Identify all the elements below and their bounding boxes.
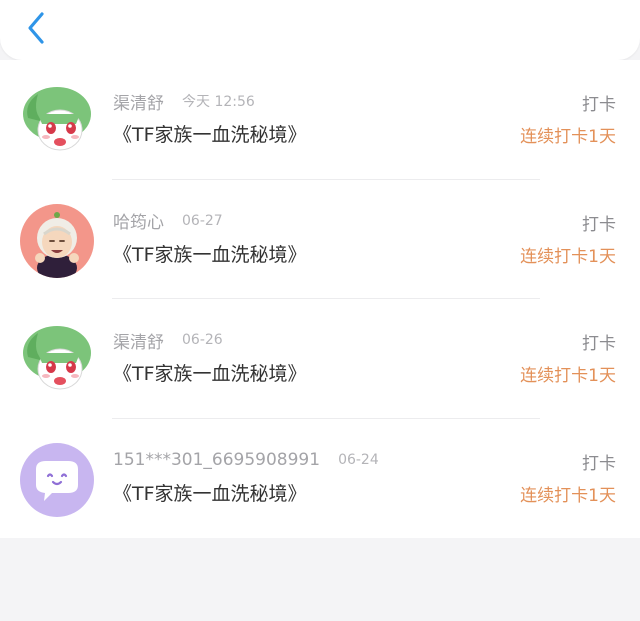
book-title[interactable]: 《TF家族一血洗秘境》: [113, 359, 307, 386]
checkin-time: 06-27: [182, 212, 223, 229]
green-hair-character-icon: [20, 323, 94, 397]
checkin-list: 渠清舒 今天 12:56 《TF家族一血洗秘境》 打卡 连续打卡1天 哈筠心 0…: [0, 60, 640, 538]
book-title[interactable]: 《TF家族一血洗秘境》: [113, 479, 307, 506]
book-title[interactable]: 《TF家族一血洗秘境》: [113, 120, 307, 147]
user-name[interactable]: 渠清舒: [113, 328, 164, 353]
avatar[interactable]: [20, 323, 94, 397]
list-item[interactable]: 渠清舒 今天 12:56 《TF家族一血洗秘境》 打卡 连续打卡1天: [0, 60, 640, 180]
avatar[interactable]: [20, 442, 94, 517]
user-name[interactable]: 151***301_6695908991: [113, 450, 320, 470]
top-bar: [0, 0, 640, 60]
checkin-time: 06-24: [338, 451, 379, 468]
user-name[interactable]: 渠清舒: [113, 89, 164, 114]
checkin-label: 打卡: [582, 214, 616, 235]
streak-label: 连续打卡1天: [520, 485, 616, 506]
list-item[interactable]: 哈筠心 06-27 《TF家族一血洗秘境》 打卡 连续打卡1天: [0, 180, 640, 299]
streak-label: 连续打卡1天: [520, 246, 616, 267]
user-name[interactable]: 哈筠心: [113, 208, 164, 233]
list-item[interactable]: 151***301_6695908991 06-24 《TF家族一血洗秘境》 打…: [0, 419, 640, 539]
grandma-character-icon: [20, 203, 94, 278]
checkin-label: 打卡: [582, 334, 616, 354]
checkin-time: 今天 12:56: [182, 94, 255, 110]
chevron-left-icon: [28, 12, 44, 44]
chat-bubble-icon: [20, 442, 94, 517]
avatar[interactable]: [20, 203, 94, 278]
list-item[interactable]: 渠清舒 06-26 《TF家族一血洗秘境》 打卡 连续打卡1天: [0, 299, 640, 419]
avatar[interactable]: [20, 84, 94, 158]
streak-label: 连续打卡1天: [520, 366, 616, 386]
back-button[interactable]: [16, 6, 56, 50]
checkin-label: 打卡: [582, 95, 616, 115]
green-hair-character-icon: [20, 84, 94, 158]
streak-label: 连续打卡1天: [520, 127, 616, 147]
checkin-label: 打卡: [582, 453, 616, 474]
book-title[interactable]: 《TF家族一血洗秘境》: [113, 240, 307, 267]
checkin-time: 06-26: [182, 332, 223, 348]
